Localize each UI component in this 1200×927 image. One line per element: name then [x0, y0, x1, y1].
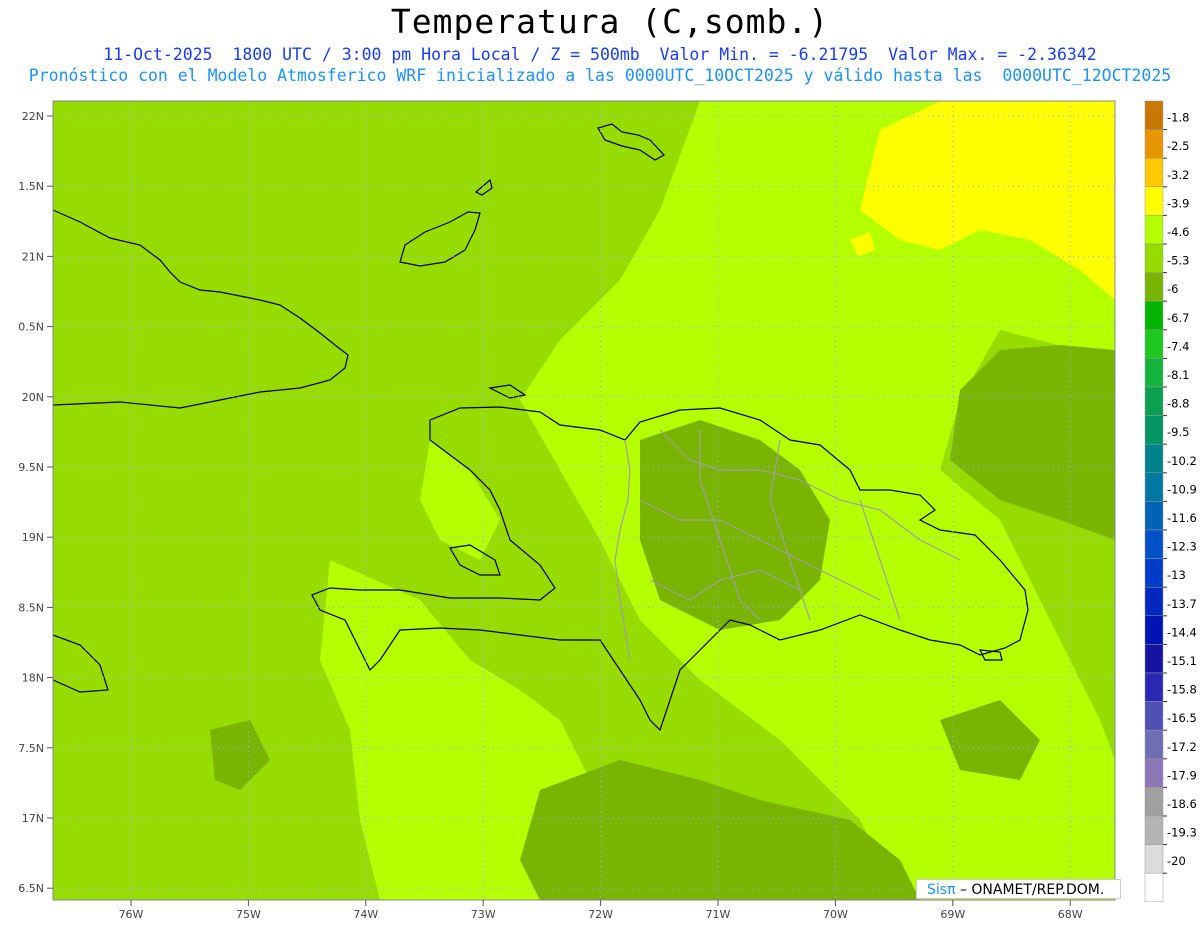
colorbar-label: -1.8: [1167, 111, 1189, 125]
colorbar-label: -13: [1167, 568, 1186, 582]
lon-label: 75W: [236, 908, 261, 921]
colorbar-label: -16.5: [1167, 711, 1197, 725]
colorbar-swatch: [1144, 358, 1164, 388]
lat-label: 20N: [22, 391, 44, 404]
longitude-axis: 76W 75W 74W 73W 72W 71W 70W 69W 68W: [119, 900, 1083, 921]
lon-label: 68W: [1058, 908, 1083, 921]
colorbar-label: -8.8: [1167, 397, 1189, 411]
lat-label: 6.5N: [18, 882, 44, 895]
lat-label: 21N: [22, 250, 44, 263]
colorbar-label: -17.2: [1167, 740, 1197, 754]
colorbar-label: -6.7: [1167, 311, 1189, 325]
sispi-logo: Sisπ: [927, 882, 956, 898]
lon-label: 73W: [471, 908, 496, 921]
colorbar-swatch: [1144, 872, 1164, 903]
colorbar-label: -14.4: [1167, 625, 1197, 639]
lon-label: 71W: [706, 908, 731, 921]
colorbar-swatch: [1144, 729, 1164, 760]
colorbar-swatch: [1144, 243, 1164, 273]
colorbar-label: -3.9: [1167, 196, 1189, 210]
colorbar-swatch: [1144, 272, 1164, 302]
lon-label: 74W: [353, 908, 378, 921]
colorbar-swatch: [1144, 815, 1164, 845]
colorbar-label: -5.3: [1167, 254, 1189, 268]
colorbar-swatch: [1144, 415, 1164, 445]
lat-label: 1.5N: [18, 180, 44, 193]
credit-text: – ONAMET/REP.DOM.: [959, 882, 1105, 898]
lat-label: 9.5N: [18, 461, 44, 474]
colorbar-swatch: [1144, 186, 1164, 216]
colorbar-label: -18.6: [1167, 797, 1197, 811]
colorbar-swatch: [1144, 300, 1164, 331]
colorbar-label: -3.2: [1167, 168, 1189, 182]
lat-label: 19N: [22, 531, 44, 544]
colorbar: -1.8 -2.5 -3.2 -3.9 -4.6 -5.3 -6 -6.7 -7.4 -8.1 -8…: [1144, 100, 1197, 903]
colorbar-swatch: [1144, 844, 1164, 874]
colorbar-swatch: [1144, 100, 1164, 130]
colorbar-swatch: [1144, 787, 1164, 817]
lat-label: 18N: [22, 672, 44, 685]
colorbar-label: -17.9: [1167, 768, 1197, 782]
lon-label: 70W: [823, 908, 848, 921]
colorbar-swatch: [1144, 157, 1164, 188]
colorbar-label: -8.1: [1167, 368, 1189, 382]
colorbar-label: -15.8: [1167, 683, 1197, 697]
latitude-axis: 22N 1.5N 21N 0.5N 20N 9.5N 19N 8.5N 18N 7.5N 17N 6.…: [18, 110, 53, 895]
colorbar-swatch: [1144, 644, 1164, 674]
temperature-field: [53, 101, 1115, 900]
colorbar-swatch: [1144, 386, 1164, 416]
colorbar-label: -6: [1167, 282, 1178, 296]
colorbar-label: -13.7: [1167, 597, 1197, 611]
colorbar-label: -10.2: [1167, 454, 1197, 468]
colorbar-swatch: [1144, 586, 1164, 617]
colorbar-swatch: [1144, 501, 1164, 531]
lon-label: 76W: [119, 908, 144, 921]
colorbar-label: -15.1: [1167, 654, 1197, 668]
colorbar-label: -9.5: [1167, 425, 1189, 439]
lat-label: 8.5N: [18, 601, 44, 614]
colorbar-swatch: [1144, 529, 1164, 559]
colorbar-label: -11.6: [1167, 511, 1197, 525]
colorbar-swatch: [1144, 758, 1164, 788]
colorbar-swatch: [1144, 472, 1164, 502]
lat-label: 22N: [22, 110, 44, 123]
colorbar-label: -10.9: [1167, 482, 1197, 496]
colorbar-label: -20: [1167, 854, 1186, 868]
colorbar-swatch: [1144, 615, 1164, 645]
colorbar-label: -19.3: [1167, 826, 1197, 840]
lon-label: 69W: [940, 908, 965, 921]
colorbar-swatch: [1144, 558, 1164, 588]
lat-label: 7.5N: [18, 742, 44, 755]
credit-badge: Sisπ – ONAMET/REP.DOM.: [916, 879, 1121, 899]
colorbar-label: -4.6: [1167, 225, 1189, 239]
colorbar-swatch: [1144, 672, 1164, 702]
colorbar-label: -12.3: [1167, 540, 1197, 554]
colorbar-swatch: [1144, 329, 1164, 359]
lon-label: 72W: [588, 908, 613, 921]
lat-label: 17N: [22, 812, 44, 825]
colorbar-swatch: [1144, 215, 1164, 245]
colorbar-swatch: [1144, 443, 1164, 474]
colorbar-swatch: [1144, 129, 1164, 159]
colorbar-label: -7.4: [1167, 339, 1189, 353]
lat-label: 0.5N: [18, 321, 44, 334]
forecast-map: 22N 1.5N 21N 0.5N 20N 9.5N 19N 8.5N 18N 7.5N 17N 6.…: [18, 100, 1197, 921]
colorbar-label: -2.5: [1167, 139, 1189, 153]
colorbar-swatch: [1144, 701, 1164, 731]
